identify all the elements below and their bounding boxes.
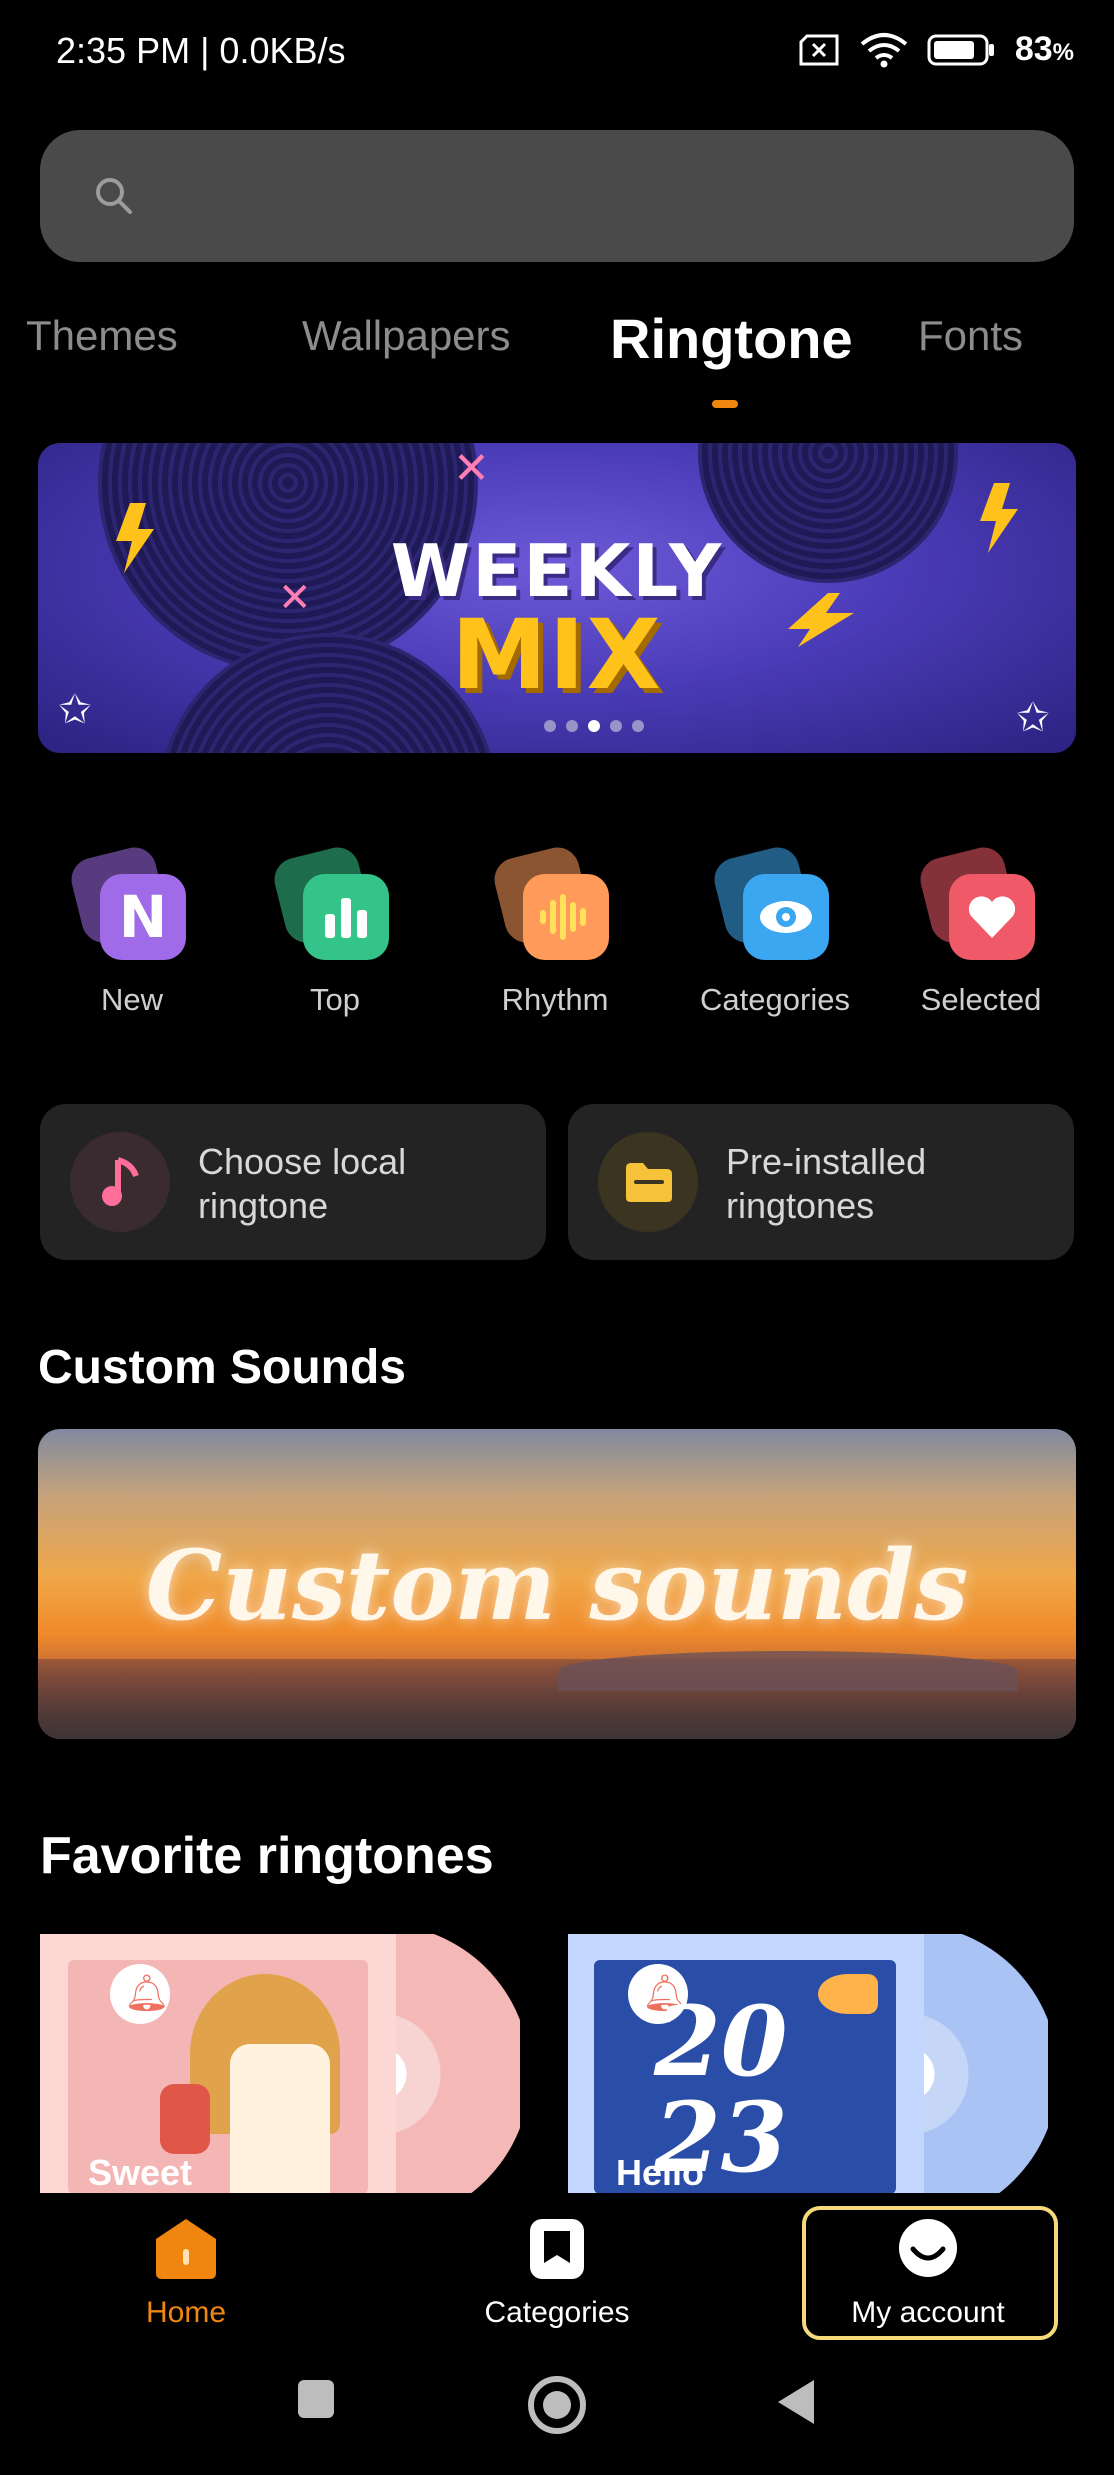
carousel-dot — [588, 720, 600, 732]
quick-categories-label: Categories — [700, 982, 850, 1017]
home-icon — [156, 2219, 216, 2279]
sparkle-icon: ✕ — [453, 444, 490, 493]
card-label-line2: ringtones — [726, 1185, 875, 1226]
quick-rhythm[interactable]: Rhythm — [470, 842, 640, 1018]
tab-fonts[interactable]: Fonts — [918, 312, 1023, 360]
card-label-line1: Pre-installed — [726, 1141, 927, 1182]
favorite-item-sweet[interactable]: 🔔︎ Sweet — [40, 1934, 520, 2194]
back-button[interactable] — [774, 2378, 816, 2431]
pre-installed-ringtones-card[interactable]: Pre-installed ringtones — [568, 1104, 1074, 1260]
bookmark-icon — [530, 2219, 584, 2279]
quick-new-label: New — [100, 982, 163, 1017]
card-label-line1: Choose local — [198, 1141, 407, 1182]
eye-icon — [743, 874, 829, 960]
favorite-item-label: Sweet — [88, 2152, 193, 2193]
carousel-dots — [544, 720, 644, 732]
favorite-item-hello[interactable]: 🔔︎ 2023 Hello — [568, 1934, 1048, 2194]
nav-home[interactable]: Home — [56, 2215, 316, 2330]
carousel-dot — [544, 720, 556, 732]
nav-home-label: Home — [145, 2296, 227, 2329]
music-note-icon — [70, 1132, 170, 1232]
tab-indicator — [712, 400, 738, 408]
quick-rhythm-label: Rhythm — [501, 982, 609, 1017]
battery-level: 83% — [1014, 30, 1074, 68]
recents-button[interactable] — [296, 2378, 336, 2425]
custom-sounds-title: Custom Sounds — [38, 1341, 406, 1394]
search-bar[interactable] — [40, 130, 1074, 262]
nav-categories[interactable]: Categories — [427, 2215, 687, 2330]
choose-local-ringtone-card[interactable]: Choose local ringtone — [40, 1104, 546, 1260]
weekly-mix-banner[interactable]: ✕ ✕ ✩ ✩ WEEKLY MIX — [38, 443, 1076, 753]
card-label-line2: ringtone — [198, 1185, 329, 1226]
favorite-ringtones-title: Favorite ringtones — [40, 1827, 494, 1885]
favorite-item-label: Hello — [616, 2152, 705, 2193]
quick-new[interactable]: N New — [47, 842, 217, 1018]
custom-sounds-banner-text: Custom sounds — [145, 1529, 969, 1642]
no-sim-icon — [799, 34, 839, 65]
tab-ringtone[interactable]: Ringtone — [610, 306, 853, 371]
folder-icon — [598, 1132, 698, 1232]
status-time: 2:35 PM | 0.0KB/s — [56, 30, 346, 71]
banner-title-line2: MIX — [451, 599, 663, 711]
n-letter-icon: N — [100, 874, 186, 960]
quick-categories[interactable]: Categories — [690, 842, 860, 1018]
quick-top-label: Top — [310, 982, 360, 1017]
battery-icon — [927, 34, 994, 65]
carousel-dot — [632, 720, 644, 732]
horn-icon — [818, 1974, 878, 2014]
quick-selected[interactable]: Selected — [896, 842, 1066, 1018]
nav-categories-label: Categories — [484, 2296, 630, 2329]
tab-wallpapers[interactable]: Wallpapers — [302, 312, 511, 360]
tab-themes[interactable]: Themes — [26, 312, 178, 360]
my-account-highlight — [802, 2206, 1058, 2340]
home-button[interactable] — [526, 2374, 588, 2441]
back-triangle-icon — [778, 2380, 814, 2424]
carousel-dot — [566, 720, 578, 732]
search-input[interactable] — [150, 158, 1034, 236]
search-icon — [96, 178, 132, 214]
square-icon — [298, 2380, 334, 2418]
bell-icon: 🔔︎ — [124, 1972, 170, 2013]
status-icons: 83% — [797, 30, 1074, 69]
quick-selected-label: Selected — [920, 982, 1042, 1017]
waveform-icon — [523, 874, 609, 960]
circle-icon — [528, 2376, 586, 2434]
heart-icon — [949, 874, 1035, 960]
carousel-dot — [610, 720, 622, 732]
wifi-icon — [860, 32, 908, 67]
bar-chart-icon — [303, 874, 389, 960]
custom-sounds-banner[interactable]: Custom sounds — [38, 1429, 1076, 1739]
quick-top[interactable]: Top — [250, 842, 420, 1018]
